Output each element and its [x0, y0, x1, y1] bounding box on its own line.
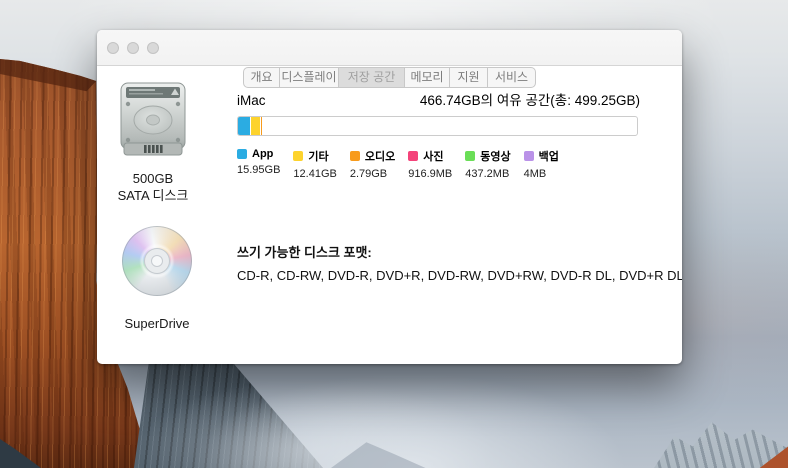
storage-segment-1	[238, 117, 251, 135]
legend-value: 15.95GB	[237, 164, 280, 176]
legend-label: 기타	[308, 148, 328, 164]
disk-size-label: 500GB	[97, 170, 209, 187]
free-space-text: 466.74GB의 여유 공간(총: 499.25GB)	[420, 89, 640, 109]
legend-value: 2.79GB	[350, 168, 395, 180]
legend-value: 4MB	[524, 168, 559, 180]
legend-label: 백업	[539, 148, 559, 164]
storage-legend: App 15.95GB 기타 12.41GB 오디오 2.79GB 사진 916.9MB 동영상…	[237, 148, 559, 180]
legend-color-swatch	[350, 151, 360, 161]
legend-color-swatch	[293, 151, 303, 161]
legend-label: 사진	[423, 148, 443, 164]
legend-item-header: 기타	[293, 148, 336, 164]
legend-color-swatch	[237, 149, 247, 159]
storage-segment-2	[251, 117, 261, 135]
legend-value: 437.2MB	[465, 168, 510, 180]
legend-item-header: App	[237, 148, 280, 160]
storage-segment-6	[265, 117, 266, 135]
close-button[interactable]	[107, 42, 119, 54]
disk-type-label: SATA 디스크	[97, 187, 209, 204]
legend-color-swatch	[524, 151, 534, 161]
minimize-button[interactable]	[127, 42, 139, 54]
legend-item-header: 백업	[524, 148, 559, 164]
titlebar[interactable]	[97, 30, 682, 66]
legend-color-swatch	[408, 151, 418, 161]
legend-item-4: 사진 916.9MB	[408, 148, 452, 180]
storage-header-row: iMac 466.74GB의 여유 공간(총: 499.25GB)	[237, 89, 640, 109]
legend-value: 12.41GB	[293, 168, 336, 180]
legend-item-2: 기타 12.41GB	[293, 148, 336, 180]
screen: 개요디스플레이저장 공간메모리지원서비스	[0, 0, 788, 468]
legend-item-header: 동영상	[465, 148, 510, 164]
legend-label: 동영상	[480, 148, 510, 164]
storage-usage-bar	[237, 116, 638, 136]
about-this-mac-window: 개요디스플레이저장 공간메모리지원서비스	[97, 30, 682, 364]
storage-pane: 500GB SATA 디스크 SuperDrive iMac 466.74GB의…	[97, 66, 682, 364]
legend-item-3: 오디오 2.79GB	[350, 148, 395, 180]
legend-item-1: App 15.95GB	[237, 148, 280, 180]
legend-color-swatch	[465, 151, 475, 161]
writable-formats-list: CD-R, CD-RW, DVD-R, DVD+R, DVD-RW, DVD+R…	[237, 268, 682, 283]
superdrive-label: SuperDrive	[97, 316, 217, 331]
legend-label: 오디오	[365, 148, 395, 164]
writable-formats-heading: 쓰기 가능한 디스크 포맷:	[237, 242, 372, 261]
legend-item-header: 오디오	[350, 148, 395, 164]
superdrive-icon	[122, 226, 192, 296]
zoom-button[interactable]	[147, 42, 159, 54]
legend-item-6: 백업 4MB	[524, 148, 559, 180]
legend-item-5: 동영상 437.2MB	[465, 148, 510, 180]
traffic-lights	[107, 42, 159, 54]
legend-label: App	[252, 148, 273, 160]
legend-item-header: 사진	[408, 148, 452, 164]
legend-value: 916.9MB	[408, 168, 452, 180]
disc-hole	[151, 255, 163, 267]
hard-drive-icon	[120, 82, 186, 160]
disk-label: 500GB SATA 디스크	[97, 170, 209, 204]
device-name: iMac	[237, 93, 266, 108]
